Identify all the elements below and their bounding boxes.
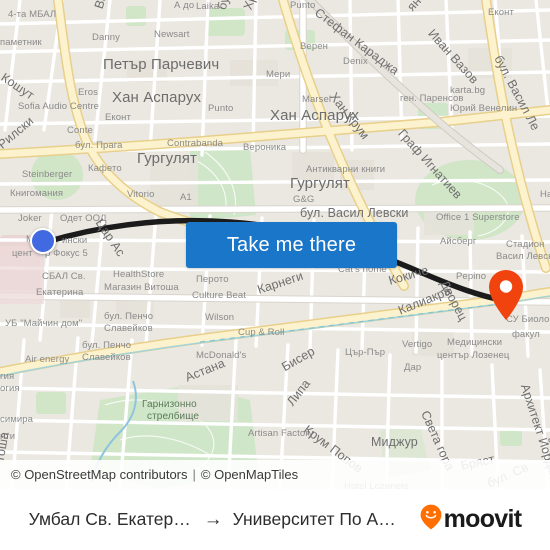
route-footer: Умбал Св. Екатерина ... → Университет По… (0, 489, 550, 550)
arrow-right-icon: → (203, 509, 223, 530)
take-me-there-label: Take me there (226, 233, 357, 256)
osm-attribution-link[interactable]: © OpenStreetMap contributors (11, 467, 188, 482)
openmaptiles-attribution-link[interactable]: © OpenMapTiles (201, 467, 298, 482)
moovit-smiley-pin-icon (420, 504, 442, 535)
moovit-wordmark: moovit (443, 505, 522, 533)
moovit-route-screen: 4-та МБАЛпаметникDannyNewsartВайлоА доLa… (0, 0, 550, 550)
moovit-logo[interactable]: moovit (420, 504, 522, 535)
footer-destination-name: Университет По Архите... (232, 509, 398, 529)
footer-origin-name: Умбал Св. Екатерина ... (28, 509, 194, 529)
map-canvas[interactable]: 4-та МБАЛпаметникDannyNewsartВайлоА доLa… (0, 0, 550, 489)
map-attribution: © OpenStreetMap contributors | © OpenMap… (0, 460, 550, 489)
take-me-there-button[interactable]: Take me there (186, 222, 397, 268)
origin-marker[interactable] (30, 228, 56, 254)
attribution-separator: | (192, 467, 196, 482)
